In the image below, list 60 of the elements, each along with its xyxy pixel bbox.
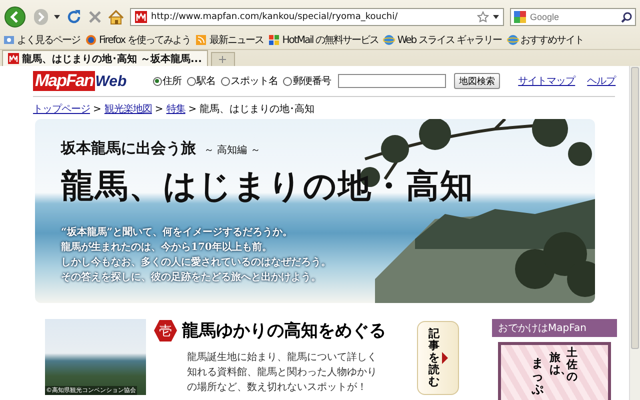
address-bar[interactable]: http://www.mapfan.com/kankou/special/ryoma_kouchi/ xyxy=(130,8,504,26)
breadcrumb-current: 龍馬、はじまりの地･高知 xyxy=(200,102,315,116)
radio-option[interactable]: 駅名 xyxy=(186,74,216,88)
site-logo-icon xyxy=(135,11,147,23)
read-article-button[interactable]: 記事を読む xyxy=(417,321,459,395)
breadcrumb-separator: > xyxy=(93,104,102,114)
radio-option[interactable]: スポット名 xyxy=(220,74,278,88)
back-button[interactable] xyxy=(4,6,28,28)
reload-icon[interactable] xyxy=(66,9,82,25)
search-icon[interactable] xyxy=(621,12,632,22)
browser-tab[interactable]: 龍馬、はじまりの地･高知 ～坂本龍馬... xyxy=(2,50,208,66)
bookmark-item[interactable]: Firefox を使ってみよう xyxy=(85,33,190,47)
header-link[interactable]: ヘルプ xyxy=(587,74,616,88)
banner-text: しかし今もなお、多くの人に愛されているのはなぜだろう。 xyxy=(61,256,332,270)
home-icon[interactable] xyxy=(108,10,124,24)
star-icon[interactable] xyxy=(477,11,489,23)
banner-title: 龍馬、はじまりの地・高知 xyxy=(61,165,474,207)
header-link[interactable]: サイトマップ xyxy=(518,74,576,88)
address-input[interactable] xyxy=(338,74,446,88)
banner-text: “坂本龍馬”と聞いて、何をイメージするだろうか。 xyxy=(61,226,294,240)
sidebar-heading: おでかけはMapFan xyxy=(492,319,617,337)
breadcrumb-separator: > xyxy=(154,104,164,114)
banner-text: 龍馬が生まれたのは、今から170年以上も前。 xyxy=(61,240,273,255)
caret-icon[interactable] xyxy=(54,15,60,19)
windows-logo-icon xyxy=(268,34,280,46)
ad-text: まっぷ xyxy=(532,357,544,397)
radio-option[interactable]: 郵便番号 xyxy=(283,74,332,88)
section-badge: 壱 xyxy=(154,320,177,342)
bookmark-item[interactable]: Web スライス ギャラリー xyxy=(383,33,502,47)
plus-icon xyxy=(219,56,226,63)
globe-icon xyxy=(383,34,396,46)
map-search-button[interactable]: 地図検索 xyxy=(454,73,500,89)
bookmark-item[interactable]: HotMail の無料サービス xyxy=(268,33,378,47)
bookmark-item[interactable]: おすすめサイト xyxy=(506,33,584,47)
stop-icon[interactable] xyxy=(88,10,102,24)
ad-text: 土佐の xyxy=(566,347,578,384)
section-title: 龍馬ゆかりの高知をめぐる xyxy=(182,320,386,342)
search-box[interactable]: Google xyxy=(510,8,636,26)
globe-icon xyxy=(506,34,519,46)
banner-text: その答えを探しに、彼の足跡をたどる旅へと出かけよう。 xyxy=(61,270,322,285)
browser-globe-icon xyxy=(85,34,97,46)
banner-subtitle: 坂本龍馬に出会う旅 xyxy=(61,139,196,158)
radio-option[interactable]: 住所 xyxy=(152,74,182,88)
bookmark-page-icon xyxy=(3,34,15,46)
banner-subtitle-note: ～ 高知編 ～ xyxy=(204,144,260,157)
caret-icon[interactable] xyxy=(493,15,499,19)
breadcrumb-separator: > xyxy=(188,104,197,114)
scrollbar[interactable] xyxy=(629,66,640,400)
breadcrumb-link[interactable]: 特集 xyxy=(166,102,186,116)
arrow-right-icon xyxy=(442,352,448,364)
search-field[interactable]: Google xyxy=(530,12,617,22)
breadcrumb-link[interactable]: トップページ xyxy=(33,102,90,116)
new-tab-button[interactable] xyxy=(210,52,235,66)
google-icon xyxy=(514,11,526,23)
bookmark-item[interactable]: よく見るページ xyxy=(3,33,80,47)
section-text: 龍馬誕生地に始まり、龍馬について詳しく知れる資料館、龍馬と関わった人物ゆかりの場所など、数え切れないスポットが！ xyxy=(187,350,378,395)
feed-icon xyxy=(195,34,208,46)
site-logo-icon xyxy=(8,53,19,64)
breadcrumb-link[interactable]: 観光楽地図 xyxy=(104,102,152,116)
bookmark-item[interactable]: 最新ニュース xyxy=(195,33,264,47)
